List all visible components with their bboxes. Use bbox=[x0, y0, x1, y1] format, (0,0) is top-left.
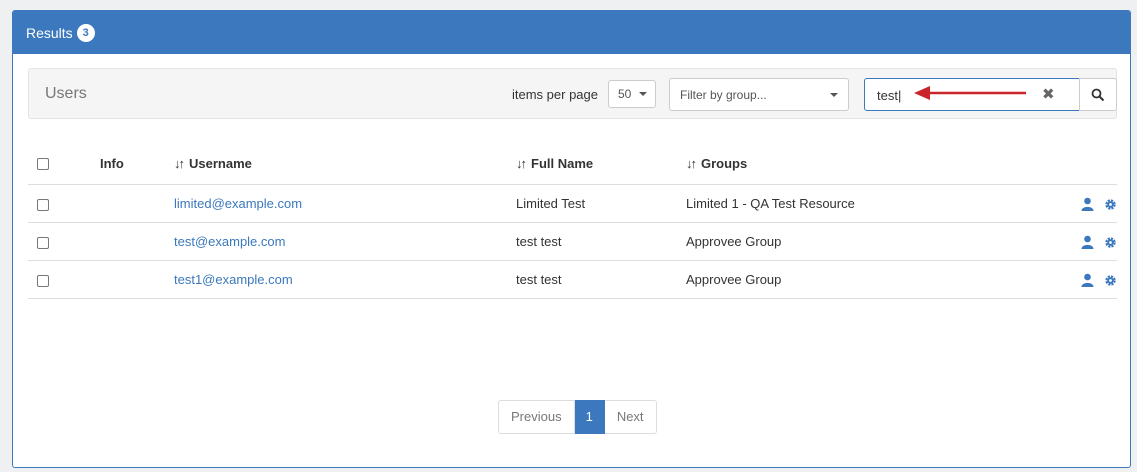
row-checkbox[interactable] bbox=[37, 236, 49, 249]
row-select-cell bbox=[28, 222, 100, 261]
info-cell bbox=[100, 260, 174, 299]
chevron-down-icon bbox=[830, 93, 838, 97]
select-all-checkbox[interactable] bbox=[37, 158, 49, 171]
page-1-button[interactable]: 1 bbox=[574, 400, 605, 434]
table-header-row: Info ↓↑ Username ↓↑ Full Name ↓↑ Groups bbox=[28, 142, 1117, 185]
gear-icon[interactable] bbox=[1104, 198, 1117, 211]
table-row: test@example.com test test Approvee Grou… bbox=[28, 222, 1117, 261]
row-select-cell bbox=[28, 184, 100, 223]
items-per-page-select[interactable]: 50 bbox=[608, 80, 656, 108]
row-select-cell bbox=[28, 260, 100, 299]
search-icon bbox=[1091, 88, 1105, 101]
chevron-down-icon bbox=[639, 92, 647, 96]
full-name-cell: test test bbox=[516, 260, 686, 299]
full-name-cell: Limited Test bbox=[516, 184, 686, 223]
info-cell bbox=[100, 184, 174, 223]
items-per-page-value: 50 bbox=[618, 87, 632, 101]
user-icon[interactable] bbox=[1081, 273, 1094, 288]
row-actions bbox=[1057, 184, 1117, 223]
info-cell bbox=[100, 222, 174, 261]
toolbar-title: Users bbox=[45, 85, 87, 102]
username-link[interactable]: limited@example.com bbox=[174, 196, 302, 211]
gear-icon[interactable] bbox=[1104, 236, 1117, 249]
user-icon[interactable] bbox=[1081, 197, 1094, 212]
username-cell: test1@example.com bbox=[174, 260, 516, 299]
table-row: limited@example.com Limited Test Limited… bbox=[28, 184, 1117, 223]
full-name-header[interactable]: ↓↑ Full Name bbox=[516, 142, 686, 185]
username-link[interactable]: test1@example.com bbox=[174, 272, 293, 287]
sort-icon: ↓↑ bbox=[516, 155, 527, 171]
username-cell: limited@example.com bbox=[174, 184, 516, 223]
users-table: Info ↓↑ Username ↓↑ Full Name ↓↑ Groups lim… bbox=[28, 142, 1117, 299]
row-checkbox[interactable] bbox=[37, 198, 49, 211]
groups-cell: Limited 1 - QA Test Resource bbox=[686, 184, 1057, 223]
row-actions bbox=[1057, 222, 1117, 261]
username-link[interactable]: test@example.com bbox=[174, 234, 285, 249]
sort-icon: ↓↑ bbox=[686, 155, 697, 171]
user-icon[interactable] bbox=[1081, 235, 1094, 250]
select-all-cell bbox=[28, 142, 100, 185]
search-button[interactable] bbox=[1079, 78, 1117, 111]
users-toolbar: Users items per page 50 Filter by group.… bbox=[28, 68, 1117, 119]
search-input-value: test bbox=[877, 88, 901, 103]
clear-search-icon[interactable]: ✖ bbox=[1042, 87, 1055, 102]
group-filter-placeholder: Filter by group... bbox=[680, 88, 767, 102]
sort-icon: ↓↑ bbox=[174, 155, 185, 171]
table-row: test1@example.com test test Approvee Gro… bbox=[28, 260, 1117, 299]
username-header[interactable]: ↓↑ Username bbox=[174, 142, 516, 185]
results-panel-heading: Results 3 bbox=[13, 11, 1130, 54]
next-page-button[interactable]: Next bbox=[604, 400, 657, 434]
results-title: Results bbox=[26, 24, 73, 41]
actions-header bbox=[1057, 142, 1117, 185]
full-name-header-label: Full Name bbox=[531, 155, 594, 171]
previous-page-button[interactable]: Previous bbox=[498, 400, 575, 434]
annotation-arrow bbox=[914, 86, 1026, 100]
groups-cell: Approvee Group bbox=[686, 222, 1057, 261]
row-checkbox[interactable] bbox=[37, 274, 49, 287]
group-filter-select[interactable]: Filter by group... bbox=[669, 78, 849, 111]
info-header: Info bbox=[100, 142, 174, 185]
groups-header-label: Groups bbox=[701, 155, 748, 171]
username-cell: test@example.com bbox=[174, 222, 516, 261]
row-actions bbox=[1057, 260, 1117, 299]
groups-cell: Approvee Group bbox=[686, 260, 1057, 299]
username-header-label: Username bbox=[189, 155, 252, 171]
full-name-cell: test test bbox=[516, 222, 686, 261]
results-count-badge: 3 bbox=[76, 23, 95, 42]
groups-header[interactable]: ↓↑ Groups bbox=[686, 142, 1057, 185]
items-per-page-label: items per page bbox=[512, 87, 598, 102]
gear-icon[interactable] bbox=[1104, 274, 1117, 287]
pagination: Previous 1 Next bbox=[498, 400, 657, 434]
